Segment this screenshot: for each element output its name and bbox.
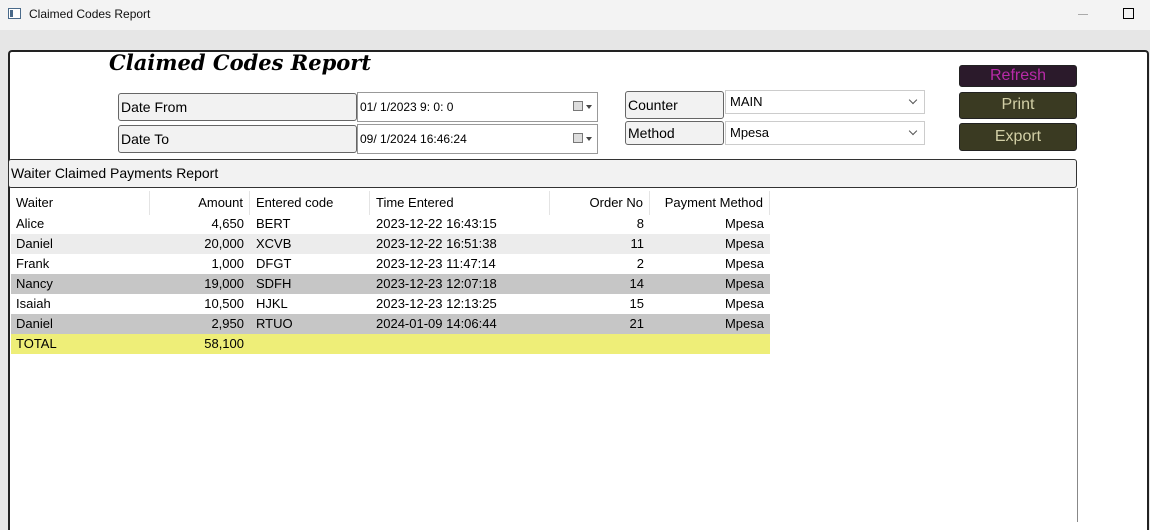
counter-value: MAIN — [730, 94, 763, 109]
table-row[interactable]: Isaiah 10,500 HJKL 2023-12-23 12:13:25 1… — [11, 294, 770, 314]
minimize-button[interactable] — [1060, 0, 1106, 30]
calendar-dropdown-icon[interactable] — [573, 133, 592, 145]
column-header-amount[interactable]: Amount — [150, 191, 250, 215]
method-value: Mpesa — [730, 125, 770, 140]
refresh-button[interactable]: Refresh — [959, 65, 1077, 87]
app-icon — [8, 8, 21, 19]
window-title: Claimed Codes Report — [29, 7, 151, 21]
column-header-payment-method[interactable]: Payment Method — [650, 191, 770, 215]
date-to-field[interactable]: 09/ 1/2024 16:46:24 — [357, 124, 598, 154]
method-label: Method — [625, 121, 724, 145]
window-titlebar: Claimed Codes Report — [0, 0, 1150, 30]
total-row: TOTAL 58,100 — [11, 334, 770, 354]
chevron-down-icon — [908, 95, 918, 105]
counter-select[interactable]: MAIN — [725, 90, 925, 114]
date-from-label: Date From — [118, 93, 357, 121]
date-to-label: Date To — [118, 125, 357, 153]
column-header-order-no[interactable]: Order No — [550, 191, 650, 215]
date-to-value: 09/ 1/2024 16:46:24 — [360, 132, 467, 146]
print-button[interactable]: Print — [959, 92, 1077, 119]
chevron-down-icon — [908, 126, 918, 136]
maximize-button[interactable] — [1105, 0, 1150, 30]
export-button[interactable]: Export — [959, 123, 1077, 151]
total-label: TOTAL — [16, 336, 57, 351]
method-select[interactable]: Mpesa — [725, 121, 925, 145]
table-row[interactable]: Alice 4,650 BERT 2023-12-22 16:43:15 8 M… — [11, 214, 770, 234]
total-amount: 58,100 — [204, 336, 244, 351]
table-row[interactable]: Frank 1,000 DFGT 2023-12-23 11:47:14 2 M… — [11, 254, 770, 274]
date-from-field[interactable]: 01/ 1/2023 9: 0: 0 — [357, 92, 598, 122]
column-header-waiter[interactable]: Waiter — [11, 191, 150, 215]
counter-label: Counter — [625, 91, 724, 119]
table-row[interactable]: Nancy 19,000 SDFH 2023-12-23 12:07:18 14… — [11, 274, 770, 294]
table-row[interactable]: Daniel 20,000 XCVB 2023-12-22 16:51:38 1… — [11, 234, 770, 254]
section-header: Waiter Claimed Payments Report — [8, 159, 1077, 188]
date-from-value: 01/ 1/2023 9: 0: 0 — [360, 100, 454, 114]
report-title: Claimed Codes Report — [109, 50, 372, 75]
grid-header-row: Waiter Amount Entered code Time Entered … — [11, 191, 770, 215]
payments-grid[interactable]: Waiter Amount Entered code Time Entered … — [11, 188, 1078, 522]
calendar-dropdown-icon[interactable] — [573, 101, 592, 113]
column-header-entered-code[interactable]: Entered code — [250, 191, 370, 215]
column-header-time-entered[interactable]: Time Entered — [370, 191, 550, 215]
table-row[interactable]: Daniel 2,950 RTUO 2024-01-09 14:06:44 21… — [11, 314, 770, 334]
